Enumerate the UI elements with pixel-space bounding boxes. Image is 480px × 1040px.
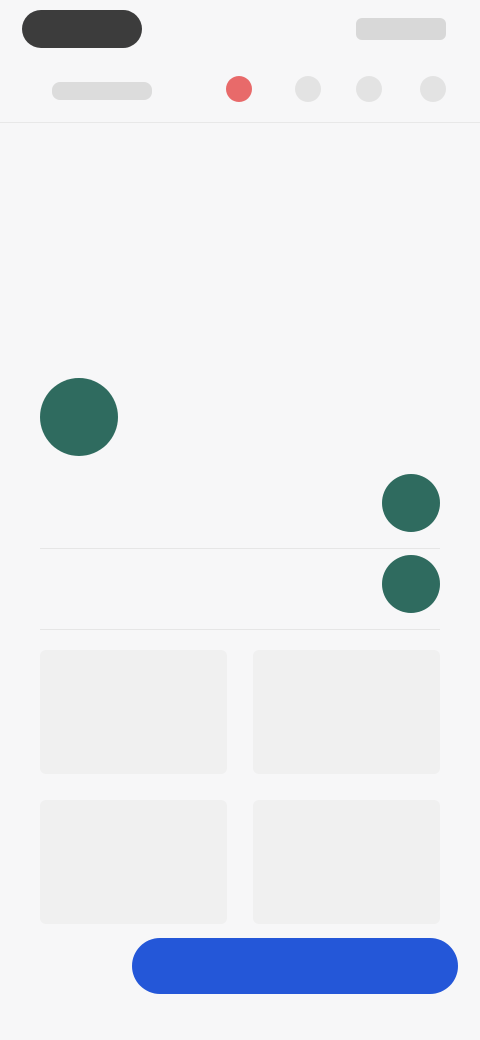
info-card[interactable]: [40, 650, 227, 774]
more-icon[interactable]: [420, 76, 446, 102]
list-item[interactable]: [40, 549, 440, 630]
toolbar: [0, 60, 480, 123]
list-item[interactable]: [40, 468, 440, 549]
info-card[interactable]: [253, 650, 440, 774]
list-item-avatar: [382, 555, 440, 613]
top-bar: [0, 0, 480, 60]
card-grid: [40, 650, 440, 924]
comment-icon[interactable]: [295, 76, 321, 102]
primary-action-button[interactable]: [132, 938, 458, 994]
back-button[interactable]: [52, 82, 152, 100]
list-item-avatar: [382, 474, 440, 532]
avatar: [40, 378, 118, 456]
profile[interactable]: [40, 378, 440, 458]
share-icon[interactable]: [356, 76, 382, 102]
top-right-label: [356, 18, 446, 40]
list: [40, 468, 440, 630]
like-icon[interactable]: [226, 76, 252, 102]
bottom-bar: [0, 900, 480, 1040]
logo[interactable]: [22, 10, 142, 48]
